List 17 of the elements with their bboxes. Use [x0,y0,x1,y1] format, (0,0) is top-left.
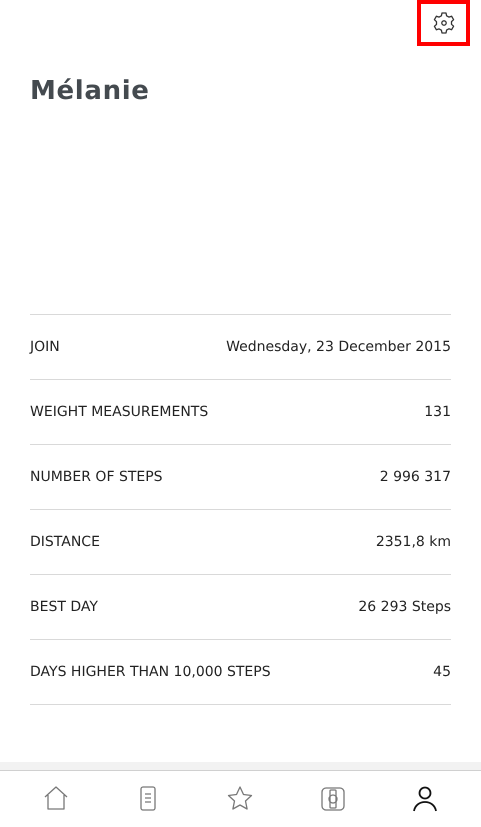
stat-value: 2 996 317 [380,468,451,486]
stat-label: WEIGHT MEASUREMENTS [30,402,208,422]
stat-label: BEST DAY [30,598,98,616]
stat-value: 131 [424,402,451,422]
stat-label: DAYS HIGHER THAN 10,000 STEPS [30,662,271,682]
stat-label: DISTANCE [30,532,100,552]
stat-value: Wednesday, 23 December 2015 [226,338,451,356]
watch-icon [318,785,347,813]
profile-icon [410,785,439,813]
profile-name: Mélanie [30,75,151,108]
stat-label: NUMBER OF STEPS [30,468,163,486]
settings-icon [432,11,456,35]
stat-label: JOIN [30,338,60,356]
settings-button[interactable] [417,0,470,46]
stat-value: 26 293 Steps [358,598,451,616]
stat-value: 45 [433,662,451,682]
stat-value: 2351,8 km [376,532,451,552]
